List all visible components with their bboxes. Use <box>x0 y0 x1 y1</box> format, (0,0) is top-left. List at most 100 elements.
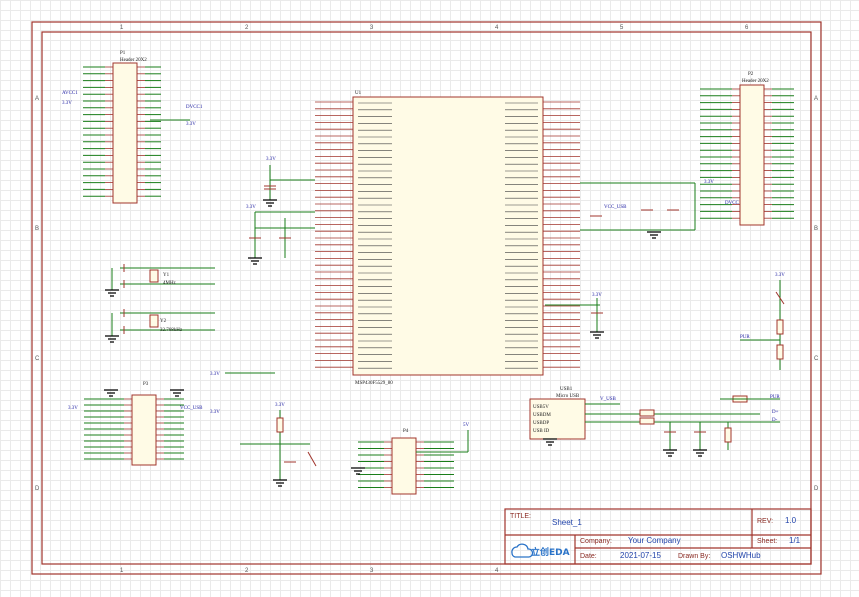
cloud-logo-icon <box>511 543 534 558</box>
drawn-label: Drawn By: <box>678 553 710 560</box>
drawn-value: OSHWHub <box>721 551 761 560</box>
p1-body <box>112 62 138 204</box>
gnd-y1 <box>105 289 119 297</box>
col-mark-6: 6 <box>745 25 749 31</box>
title-block: TITLE: Sheet_1 REV: 1.0 Company: Your Co… <box>504 508 812 565</box>
p2-value: Header 20X2 <box>742 79 769 84</box>
schematic-svg: 1 2 3 4 5 6 1 2 3 4 A B C D A B C D P1 H… <box>31 21 822 575</box>
gnd-usb-1 <box>663 449 677 457</box>
row-mark-d-right: D <box>814 486 819 492</box>
net-3v3-p1: 3.3V <box>186 122 196 127</box>
net-dvcc-top: DVCC1 <box>186 105 203 110</box>
u1-ref: U1 <box>355 91 362 96</box>
p1-value: Header 20X2 <box>120 58 147 63</box>
sheet-value: 1/1 <box>789 536 801 545</box>
net-3v3-bsl: 3.3V <box>275 403 285 408</box>
net-3v3-mid: 3.3V <box>210 372 220 377</box>
res-r8 <box>724 427 732 443</box>
net-dp: D+ <box>772 410 779 415</box>
net-pur-usb: PUR <box>770 395 780 400</box>
y1-body <box>149 269 159 283</box>
crystal-y1-block[interactable]: Y1 4MHz <box>105 264 215 297</box>
p2-ref: P2 <box>748 72 754 77</box>
row-mark-a-right: A <box>814 96 818 102</box>
res-r9 <box>639 409 655 417</box>
usb-pin-dp: USBDP <box>533 421 549 426</box>
p4-body <box>391 437 417 495</box>
schematic-canvas: 1 2 3 4 5 6 1 2 3 4 A B C D A B C D P1 H… <box>0 0 859 597</box>
usb-pin-dm: USBDM <box>533 413 551 418</box>
col-mark-5: 5 <box>620 25 624 31</box>
mcu-u1[interactable]: U1 MSP430F5529_80 <box>315 91 580 386</box>
u1-body <box>352 96 544 376</box>
col-mark-3: 3 <box>370 25 374 31</box>
dvcc-decoupling[interactable]: 3.3V <box>246 205 315 265</box>
col-mark-1: 1 <box>120 25 124 31</box>
net-vcc-usb-u1: VCC_USB <box>604 205 627 210</box>
bsl-rc-block[interactable]: 3.3V <box>240 403 317 487</box>
title-label: TITLE: <box>510 513 531 520</box>
gnd-avcc <box>263 199 277 207</box>
col-mark-4-bottom: 4 <box>495 568 499 574</box>
gnd-dvcc <box>248 257 262 265</box>
header-p3[interactable]: P3 3.3V VCC_USB 3.3V <box>68 382 220 466</box>
header-p4[interactable]: P4 5V <box>351 423 470 495</box>
p3-ref: P3 <box>143 382 149 387</box>
header-p2[interactable]: P2 Header 20X2 <box>700 72 794 226</box>
net-dvcc-right: DVCC1 <box>725 201 742 206</box>
title-value: Sheet_1 <box>552 518 582 527</box>
row-mark-b-right: B <box>814 226 818 232</box>
y2-value: 32.768kHz <box>160 328 183 333</box>
p3-body <box>131 394 157 466</box>
res-r2 <box>776 344 784 360</box>
p1-net-avcc: AVCC1 <box>62 91 78 96</box>
usb-pin-vbus: USB5V <box>533 405 549 410</box>
p4-ref: P4 <box>403 429 409 434</box>
u1-part: MSP430F5529_80 <box>355 381 393 386</box>
net-3v3-p3: 3.3V <box>210 410 220 415</box>
usb-ref: USB1 <box>560 387 573 392</box>
net-vcc-usb-p3: VCC_USB <box>180 406 203 411</box>
row-mark-a: A <box>35 96 39 102</box>
usb-pin-id: USB ID <box>533 429 550 434</box>
rev-label: REV: <box>757 518 773 525</box>
sheet-label: Sheet: <box>757 538 777 545</box>
p1-ref: P1 <box>120 51 126 56</box>
net-vusb: V_USB <box>600 397 617 402</box>
row-mark-d: D <box>35 486 40 492</box>
y1-ref: Y1 <box>163 273 170 278</box>
usb-connector[interactable]: USB1 Micro USB USB5V USBDM USBDP USB ID … <box>529 387 780 457</box>
header-p1[interactable]: P1 Header 20X2 AVCC1 3.3V <box>62 51 161 204</box>
net-3v3-reset: 3.3V <box>775 273 785 278</box>
p1-net-3v3: 3.3V <box>62 101 72 106</box>
y2-body <box>149 314 159 328</box>
gnd-usb-3 <box>543 438 557 446</box>
row-mark-c: C <box>35 356 40 362</box>
avcc-decoupling[interactable]: 3.3V <box>263 157 315 207</box>
res-r10 <box>639 417 655 425</box>
col-mark-4: 4 <box>495 25 499 31</box>
res-r17 <box>276 417 284 433</box>
p2-body <box>739 84 765 226</box>
logo-text: 立创EDA <box>531 546 570 558</box>
crystal-y2-block[interactable]: Y2 32.768kHz <box>105 309 215 343</box>
gnd-p3-right <box>170 389 184 397</box>
y2-ref: Y2 <box>160 319 167 324</box>
rev-value: 1.0 <box>785 516 797 525</box>
col-mark-2-bottom: 2 <box>245 568 249 574</box>
row-mark-b: B <box>35 226 39 232</box>
company-value: Your Company <box>628 536 681 545</box>
company-label: Company: <box>580 538 612 545</box>
net-5v-p4: 5V <box>463 423 470 428</box>
y1-value: 4MHz <box>163 281 177 286</box>
col-mark-2: 2 <box>245 25 249 31</box>
res-r1 <box>776 319 784 335</box>
gnd-vcore <box>590 331 604 339</box>
gnd-p4 <box>351 467 365 475</box>
net-3v3-avcc: 3.3V <box>266 157 276 162</box>
reset-block[interactable]: 3.3V PUR <box>740 273 785 370</box>
row-mark-c-right: C <box>814 356 819 362</box>
net-3v3-dvcc: 3.3V <box>246 205 256 210</box>
net-dm: D- <box>772 418 778 423</box>
gnd-usb-2 <box>693 449 707 457</box>
